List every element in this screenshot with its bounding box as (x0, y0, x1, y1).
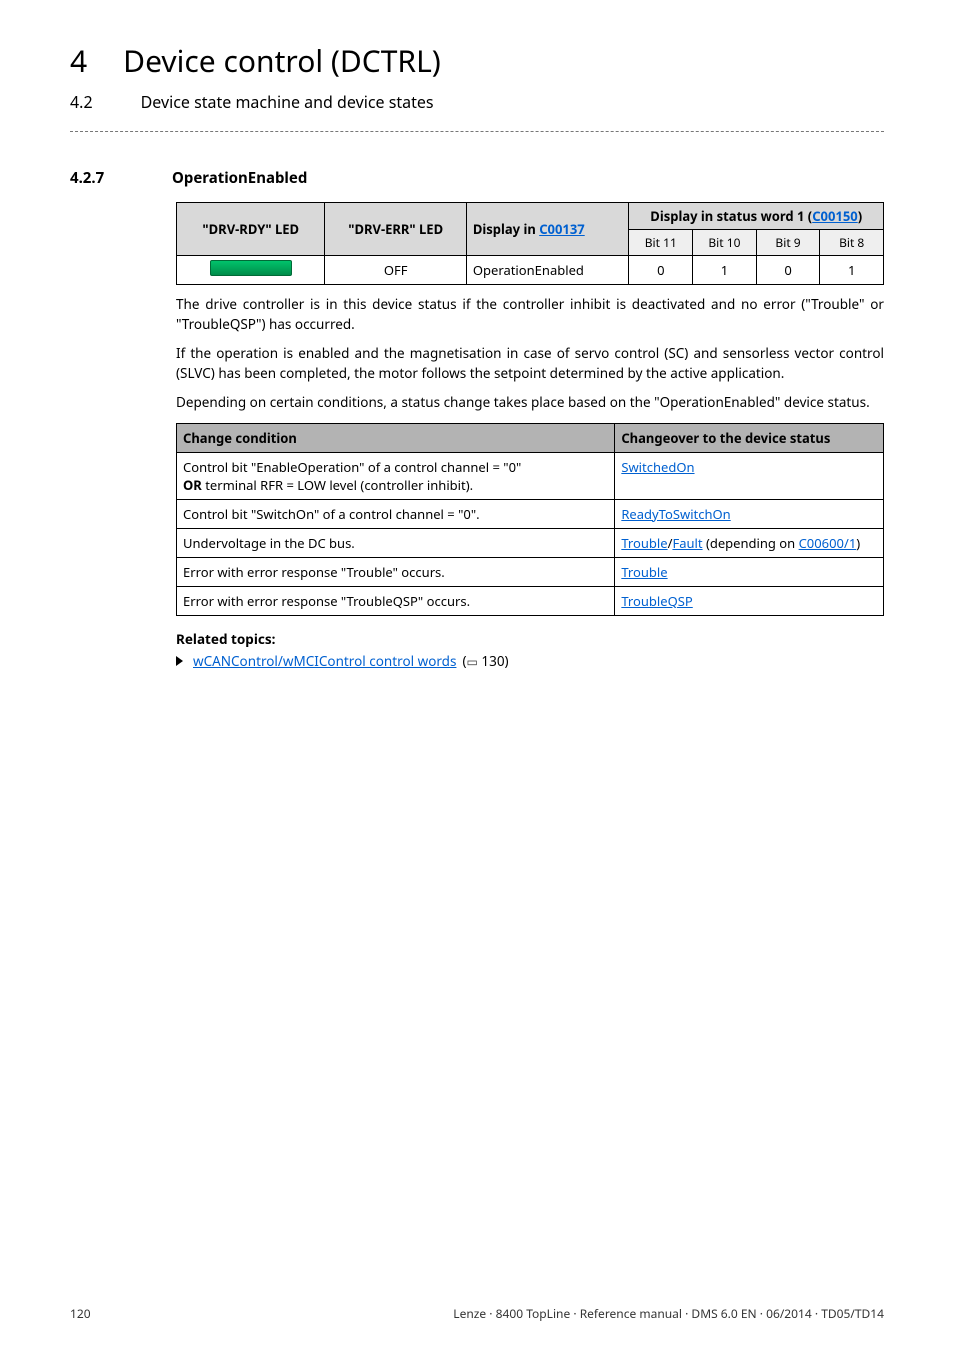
subsection-header-row: 4.2.7 OperationEnabled (70, 168, 884, 188)
link-c00137[interactable]: C00137 (539, 220, 585, 238)
section-header-row: 4.2 Device state machine and device stat… (70, 91, 884, 113)
table-row: Error with error response "Trouble" occu… (177, 557, 884, 586)
cell-bit-8: 1 (820, 256, 884, 285)
link-switchedon[interactable]: SwitchedOn (621, 458, 694, 476)
cell-condition: Error with error response "TroubleQSP" o… (177, 586, 615, 615)
cell-bit-9: 0 (756, 256, 820, 285)
cell-condition: Control bit "SwitchOn" of a control chan… (177, 499, 615, 528)
cell-drv-err-led: OFF (325, 256, 466, 285)
change-condition-table: Change condition Changeover to the devic… (176, 423, 884, 616)
table-row: "DRV-RDY" LED "DRV-ERR" LED Display in C… (177, 203, 884, 230)
chapter-title: Device control (DCTRL) (123, 40, 441, 81)
status-word-table: "DRV-RDY" LED "DRV-ERR" LED Display in C… (176, 202, 884, 285)
cell-drv-rdy-led (177, 256, 325, 285)
th-bit-9: Bit 9 (756, 230, 820, 256)
th-status-word-prefix: Display in status word 1 ( (650, 207, 812, 225)
link-c00600-1[interactable]: C00600/1 (799, 534, 857, 552)
footer-right-text: Lenze · 8400 TopLine · Reference manual … (453, 1305, 884, 1322)
paragraph-2: If the operation is enabled and the magn… (176, 344, 884, 383)
cell-status: TroubleQSP (615, 586, 884, 615)
cell-bit-11: 0 (629, 256, 693, 285)
th-drv-err-led: "DRV-ERR" LED (325, 203, 466, 256)
dashed-separator (70, 131, 884, 132)
table-row: Control bit "SwitchOn" of a control chan… (177, 499, 884, 528)
link-readytoswitchon[interactable]: ReadyToSwitchOn (621, 505, 730, 523)
th-status-word-suffix: ) (858, 207, 862, 225)
subsection-title: OperationEnabled (172, 168, 307, 188)
led-green-bar-icon (210, 260, 292, 276)
arrow-right-icon (176, 656, 183, 666)
chapter-number: 4 (70, 40, 87, 81)
cond-or-bold: OR (183, 476, 202, 494)
th-status-word: Display in status word 1 (C00150) (629, 203, 884, 230)
cond-line2-rest: terminal RFR = LOW level (controller inh… (202, 476, 473, 494)
th-change-condition: Change condition (177, 423, 615, 452)
cond-line1: Control bit "EnableOperation" of a contr… (183, 458, 521, 476)
content-block: "DRV-RDY" LED "DRV-ERR" LED Display in C… (176, 202, 884, 670)
page-container: 4 Device control (DCTRL) 4.2 Device stat… (0, 0, 954, 1350)
link-troubleqsp[interactable]: TroubleQSP (621, 592, 692, 610)
cell-condition: Error with error response "Trouble" occu… (177, 557, 615, 586)
link-fault[interactable]: Fault (672, 534, 702, 552)
link-trouble[interactable]: Trouble (621, 563, 667, 581)
related-page-ref: (▭ 130) (462, 652, 508, 670)
cell-condition: Control bit "EnableOperation" of a contr… (177, 452, 615, 499)
paragraph-1: The drive controller is in this device s… (176, 295, 884, 334)
section-title: Device state machine and device states (141, 91, 434, 113)
related-topic-item: wCANControl/wMCIControl control words (▭… (176, 652, 884, 670)
cell-display: OperationEnabled (466, 256, 629, 285)
book-icon: ▭ (467, 653, 478, 670)
cell-status: Trouble (615, 557, 884, 586)
table-row: Error with error response "TroubleQSP" o… (177, 586, 884, 615)
link-c00150[interactable]: C00150 (812, 207, 858, 225)
related-topics-heading: Related topics: (176, 630, 884, 648)
page-footer: 120 Lenze · 8400 TopLine · Reference man… (70, 1305, 884, 1322)
th-bit-11: Bit 11 (629, 230, 693, 256)
th-changeover-status: Changeover to the device status (615, 423, 884, 452)
text-close-paren: ) (856, 534, 860, 552)
th-bit-10: Bit 10 (693, 230, 757, 256)
cell-status: SwitchedOn (615, 452, 884, 499)
table-row: Undervoltage in the DC bus. Trouble/Faul… (177, 528, 884, 557)
paragraph-3: Depending on certain conditions, a statu… (176, 393, 884, 413)
th-drv-rdy-led: "DRV-RDY" LED (177, 203, 325, 256)
table-row: Change condition Changeover to the devic… (177, 423, 884, 452)
link-wcancontrol[interactable]: wCANControl/wMCIControl control words (193, 652, 456, 670)
table-row: Control bit "EnableOperation" of a contr… (177, 452, 884, 499)
cell-status: ReadyToSwitchOn (615, 499, 884, 528)
link-trouble[interactable]: Trouble (621, 534, 667, 552)
cell-status: Trouble/Fault (depending on C00600/1) (615, 528, 884, 557)
chapter-header-row: 4 Device control (DCTRL) (70, 40, 884, 81)
text-depending-on: (depending on (703, 534, 799, 552)
cell-condition: Undervoltage in the DC bus. (177, 528, 615, 557)
related-page-number: 130) (478, 652, 509, 670)
th-bit-8: Bit 8 (820, 230, 884, 256)
footer-page-number: 120 (70, 1305, 91, 1322)
cell-bit-10: 1 (693, 256, 757, 285)
th-display-in-prefix: Display in (473, 220, 539, 238)
section-number: 4.2 (70, 91, 93, 113)
th-display-in: Display in C00137 (466, 203, 629, 256)
table-row: OFF OperationEnabled 0 1 0 1 (177, 256, 884, 285)
subsection-number: 4.2.7 (70, 168, 130, 188)
